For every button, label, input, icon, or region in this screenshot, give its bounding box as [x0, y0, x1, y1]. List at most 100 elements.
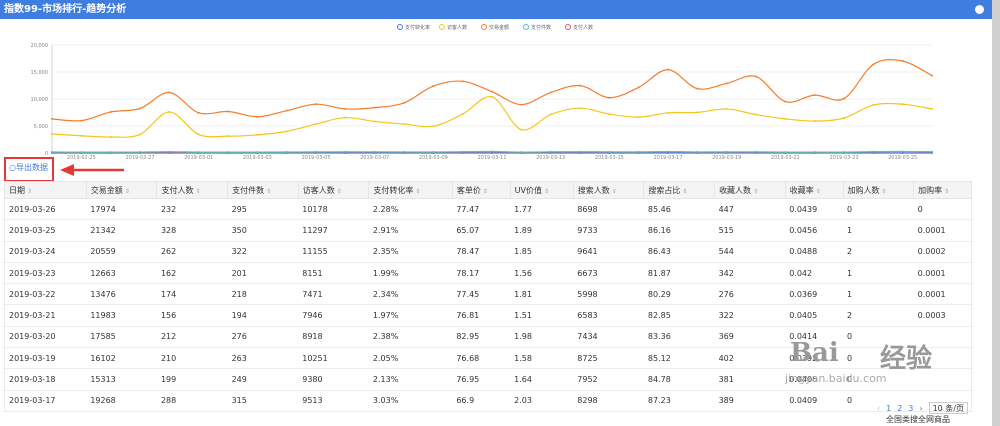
prev-page-button[interactable]: ‹ — [877, 404, 880, 413]
sort-icon[interactable]: ⇕ — [544, 188, 549, 195]
pagination: ‹ 1 2 3 › 10 条/页 — [877, 402, 968, 414]
legend-marker — [523, 24, 529, 30]
data-point — [520, 103, 523, 106]
data-point — [109, 110, 112, 113]
sort-icon[interactable]: ⇕ — [612, 188, 617, 195]
table-cell: 0 — [843, 198, 914, 221]
y-tick-label: 5,000 — [34, 124, 48, 130]
data-point — [725, 82, 728, 85]
close-icon[interactable] — [975, 5, 984, 14]
column-header[interactable]: 搜索人数 ⇕ — [572, 181, 645, 199]
table-cell: 2019-03-23 — [4, 262, 87, 285]
background-strip — [992, 0, 1000, 426]
column-header[interactable]: 客单价 ⇕ — [451, 181, 511, 199]
table-cell: 0.0409 — [785, 390, 843, 412]
data-point — [813, 120, 816, 123]
sort-icon[interactable]: ⇕ — [882, 188, 887, 195]
table-cell: 15313 — [86, 368, 157, 391]
column-header[interactable]: 交易金额 ⇕ — [85, 181, 158, 199]
bottom-taskbar-tab[interactable]: 全国类搜全网商品 — [886, 414, 950, 425]
data-point — [256, 133, 259, 136]
data-point — [80, 134, 83, 137]
table-cell: 82.85 — [643, 304, 715, 327]
table-cell: 350 — [227, 219, 299, 242]
sort-icon[interactable]: ⇕ — [125, 188, 130, 195]
legend-marker — [397, 24, 403, 30]
table-cell: 81.87 — [643, 262, 715, 285]
data-point — [667, 150, 669, 153]
sort-icon[interactable]: ⇕ — [195, 188, 200, 195]
column-header[interactable]: 加购率 ⇕ — [913, 181, 972, 199]
sort-icon[interactable]: ⇕ — [944, 188, 949, 195]
data-point — [344, 116, 347, 119]
table-cell: 156 — [156, 304, 228, 327]
table-cell: 2.03 — [510, 390, 574, 412]
data-point — [403, 123, 405, 126]
legend-marker — [481, 24, 487, 30]
column-header[interactable]: 加购人数 ⇕ — [842, 181, 915, 199]
table-cell: 0.0439 — [785, 198, 843, 221]
export-data-button[interactable]: ○导出数据 — [9, 162, 48, 173]
data-point — [637, 86, 640, 89]
data-point — [51, 132, 53, 135]
sort-icon[interactable]: ⇕ — [27, 188, 32, 195]
column-header[interactable]: 收藏人数 ⇕ — [714, 181, 786, 199]
data-point — [80, 119, 83, 122]
series-line — [51, 59, 933, 122]
legend-label: 支付人数 — [573, 24, 593, 31]
data-point — [168, 91, 171, 94]
data-point — [667, 111, 669, 114]
data-point — [725, 107, 728, 110]
column-header[interactable]: 支付件数 ⇕ — [227, 181, 299, 199]
table-cell: 276 — [227, 326, 299, 349]
sort-icon[interactable]: ⇕ — [753, 188, 758, 195]
x-tick-label: 2019-03-07 — [360, 155, 389, 159]
data-point — [931, 107, 933, 110]
next-page-button[interactable]: › — [919, 404, 922, 413]
sort-icon[interactable]: ⇕ — [266, 188, 271, 195]
table-cell: 1 — [843, 262, 914, 285]
table-cell: 6583 — [573, 304, 644, 327]
table-cell: 249 — [227, 368, 299, 391]
table-row: 2019-03-22 13476 174 218 7471 2.34% 77.45 1.81 5… — [4, 283, 972, 306]
table-cell: 2019-03-17 — [4, 390, 87, 412]
table-cell: 78.47 — [452, 241, 511, 263]
column-header[interactable]: 支付转化率 ⇕ — [368, 181, 453, 199]
column-header[interactable]: 搜索占比 ⇕ — [643, 181, 716, 199]
page-2-button[interactable]: 2 — [897, 404, 902, 413]
sort-icon[interactable]: ⇕ — [682, 188, 687, 195]
table-cell: 11155 — [298, 241, 369, 263]
x-tick-label: 2019-03-05 — [301, 155, 330, 159]
table-cell: 2019-03-21 — [4, 304, 87, 327]
x-tick-label: 2019-03-17 — [653, 155, 682, 159]
sort-icon[interactable]: ⇕ — [415, 188, 420, 195]
data-point — [168, 110, 171, 113]
data-point — [931, 74, 933, 77]
data-point — [549, 91, 552, 94]
window-title: 指数99-市场排行-趋势分析 — [4, 4, 127, 15]
page-1-button[interactable]: 1 — [886, 404, 891, 413]
table-cell: 210 — [156, 347, 228, 370]
column-header[interactable]: 支付人数 ⇕ — [156, 181, 229, 199]
page-size-select[interactable]: 10 条/页 — [928, 402, 968, 414]
table-cell: 3.03% — [368, 390, 453, 412]
page-3-button[interactable]: 3 — [908, 404, 913, 413]
column-header[interactable]: UV价值 ⇕ — [509, 181, 574, 199]
data-point — [931, 150, 933, 153]
column-header[interactable]: 收藏率 ⇕ — [784, 181, 844, 199]
table-cell: 162 — [156, 262, 228, 285]
sort-icon[interactable]: ⇕ — [337, 188, 342, 195]
column-header[interactable]: 访客人数 ⇕ — [297, 181, 370, 199]
legend-marker — [439, 24, 445, 30]
table-cell: 2.34% — [368, 283, 453, 306]
data-point — [373, 106, 376, 109]
sort-icon[interactable]: ⇕ — [816, 188, 821, 195]
data-point — [109, 136, 112, 139]
sort-icon[interactable]: ⇕ — [483, 188, 488, 195]
data-point — [872, 63, 875, 66]
column-header[interactable]: 日期 ⇕ — [4, 181, 87, 199]
column-header-label: 加购率 — [918, 185, 943, 195]
table-cell: 212 — [156, 326, 228, 349]
table-cell: 295 — [227, 198, 299, 221]
y-tick-label: 15,000 — [31, 70, 49, 76]
